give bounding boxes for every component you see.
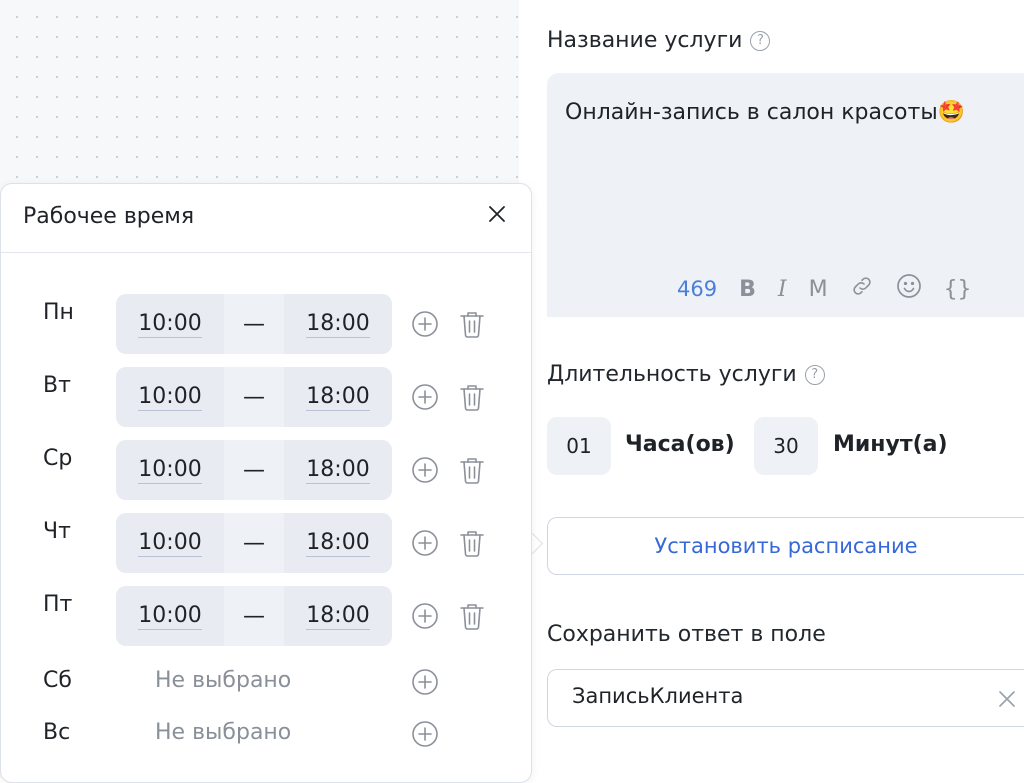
day-label: Пт [43,592,73,617]
add-circle-icon[interactable] [411,310,439,338]
not-selected-text[interactable]: Не выбрано [155,720,291,745]
monospace-button[interactable]: M [809,277,828,302]
popup-header: Рабочее время [1,184,531,253]
range-dash: — [243,311,265,337]
day-label: Вс [43,720,71,745]
day-row: Пт 10:00 — 18:00 [1,586,533,646]
trash-icon[interactable] [458,309,486,338]
save-field-input[interactable] [570,683,974,709]
set-schedule-button[interactable]: Установить расписание [547,517,1024,575]
hours-input[interactable]: 01 [547,417,611,475]
add-circle-icon[interactable] [411,602,439,630]
day-row: Вт 10:00 — 18:00 [1,367,533,427]
duration-label: Длительность услуги ? [547,362,825,387]
working-hours-popup: Рабочее время Пн 10:00 — 18:00 Вт 10:00 — 18:00… [0,183,532,783]
time-range: 10:00 — 18:00 [116,513,392,573]
time-range: 10:00 — 18:00 [116,440,392,500]
trash-icon[interactable] [458,382,486,411]
day-label: Пн [43,300,74,325]
link-icon[interactable] [850,274,874,304]
time-from-input[interactable]: 10:00 [116,294,224,354]
time-to-input[interactable]: 18:00 [284,586,392,646]
emoji-icon[interactable] [896,273,922,305]
save-field-label: Сохранить ответ в поле [547,622,826,647]
range-dash: — [243,457,265,483]
day-row: Пн 10:00 — 18:00 [1,294,533,354]
save-field-input-box [547,669,1024,727]
time-to-input[interactable]: 18:00 [284,294,392,354]
day-label: Сб [43,668,72,693]
minutes-input[interactable]: 30 [754,417,818,475]
time-to-input[interactable]: 18:00 [284,367,392,427]
add-circle-icon[interactable] [411,529,439,557]
day-label: Чт [43,519,71,544]
range-dash: — [243,603,265,629]
formatting-toolbar: 469 B I M {} [677,273,994,305]
service-name-text[interactable]: Онлайн-запись в салон красоты🤩 [565,100,965,125]
trash-icon[interactable] [458,528,486,557]
time-range: 10:00 — 18:00 [116,586,392,646]
service-name-textarea[interactable]: Онлайн-запись в салон красоты🤩 469 B I M… [547,73,1024,317]
time-from-input[interactable]: 10:00 [116,440,224,500]
italic-button[interactable]: I [778,277,787,302]
time-from-input[interactable]: 10:00 [116,586,224,646]
close-icon[interactable] [996,688,1018,710]
add-circle-icon[interactable] [411,456,439,484]
add-circle-icon[interactable] [411,668,439,696]
minutes-unit: Минут(а) [833,432,948,457]
hours-unit: Часа(ов) [625,432,735,457]
range-dash: — [243,384,265,410]
day-row: Сб Не выбрано [1,668,533,728]
time-to-input[interactable]: 18:00 [284,440,392,500]
add-circle-icon[interactable] [411,383,439,411]
char-counter: 469 [677,277,718,301]
day-row: Ср 10:00 — 18:00 [1,440,533,500]
trash-icon[interactable] [458,601,486,630]
day-row: Вс Не выбрано [1,720,533,780]
time-range: 10:00 — 18:00 [116,367,392,427]
time-to-input[interactable]: 18:00 [284,513,392,573]
time-from-input[interactable]: 10:00 [116,513,224,573]
day-label: Ср [43,446,73,471]
not-selected-text[interactable]: Не выбрано [155,668,291,693]
bold-button[interactable]: B [739,277,756,302]
help-icon[interactable]: ? [804,364,825,385]
time-from-input[interactable]: 10:00 [116,367,224,427]
day-row: Чт 10:00 — 18:00 [1,513,533,573]
variables-button[interactable]: {} [944,277,972,302]
time-range: 10:00 — 18:00 [116,294,392,354]
service-name-label: Название услуги ? [547,28,771,53]
help-icon[interactable]: ? [750,30,771,51]
add-circle-icon[interactable] [411,720,439,748]
range-dash: — [243,530,265,556]
close-icon[interactable] [485,202,509,226]
trash-icon[interactable] [458,455,486,484]
day-label: Вт [43,373,71,398]
popup-title: Рабочее время [23,204,195,229]
